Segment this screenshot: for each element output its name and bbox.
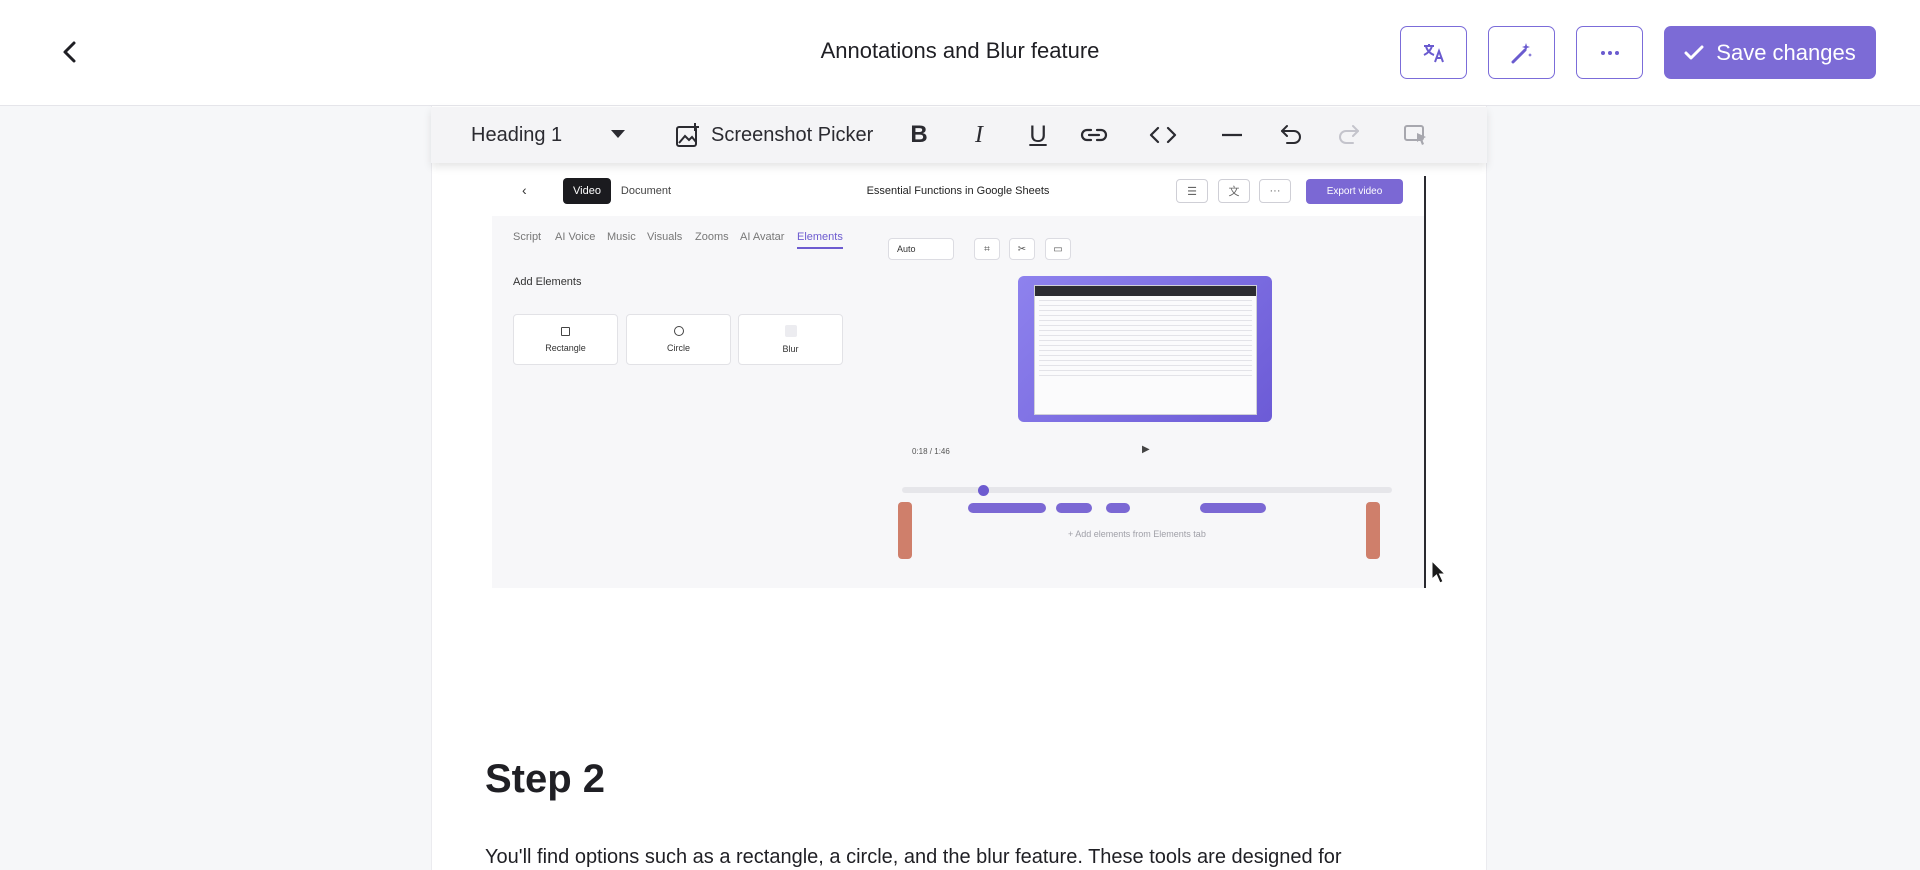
translate-button[interactable] xyxy=(1400,26,1467,79)
formatting-toolbar: Heading 1 Screenshot Picker B I U xyxy=(431,107,1487,163)
italic-icon: I xyxy=(975,121,983,148)
screenshot-nav-visuals: Visuals xyxy=(647,231,683,243)
screenshot-clip xyxy=(1106,503,1130,513)
screenshot-nav-ai-voice: AI Voice xyxy=(555,231,596,243)
rectangle-label: Rectangle xyxy=(545,342,586,353)
screenshot-timeline-track xyxy=(902,487,1392,493)
underline-button[interactable]: U xyxy=(1020,117,1056,153)
save-changes-label: Save changes xyxy=(1716,39,1856,65)
rectangle-icon xyxy=(561,326,570,336)
magic-wand-icon xyxy=(1511,42,1532,63)
screenshot-auto-select-value: Auto xyxy=(897,244,916,254)
select-element-button[interactable] xyxy=(1398,117,1434,153)
screenshot-section-label: Add Elements xyxy=(513,276,582,288)
embedded-screenshot[interactable]: ‹ Video Document Essential Functions in … xyxy=(492,176,1426,588)
screenshot-export-label: Export video xyxy=(1326,186,1383,197)
link-icon xyxy=(1080,128,1108,142)
screenshot-settings-icon: ☰ xyxy=(1176,179,1208,203)
horizontal-rule-button[interactable] xyxy=(1214,117,1250,153)
bold-button[interactable]: B xyxy=(901,117,937,153)
circle-label: Circle xyxy=(666,343,690,353)
italic-button[interactable]: I xyxy=(961,117,997,153)
screenshot-clip xyxy=(968,503,1046,513)
check-icon xyxy=(1684,45,1704,59)
more-icon xyxy=(1600,50,1619,55)
caret-down-icon xyxy=(611,130,625,138)
undo-icon xyxy=(1281,125,1301,144)
horizontal-rule-icon xyxy=(1222,133,1242,137)
save-changes-button[interactable]: Save changes xyxy=(1664,26,1876,79)
circle-icon xyxy=(673,326,684,336)
redo-icon xyxy=(1339,125,1359,144)
screenshot-nav-script: Script xyxy=(513,231,542,243)
screenshot-auto-select: Auto xyxy=(888,238,954,260)
screenshot-trim-start xyxy=(898,502,912,559)
image-add-icon xyxy=(676,123,699,147)
back-button[interactable] xyxy=(50,32,90,72)
screenshot-nav-ai-avatar: AI Avatar xyxy=(740,231,785,243)
select-pointer-icon xyxy=(1404,125,1426,145)
screenshot-clip xyxy=(1200,503,1266,513)
top-bar: Annotations and Blur feature Save change… xyxy=(0,0,1920,106)
screenshot-playhead xyxy=(978,485,989,496)
heading-select-value: Heading 1 xyxy=(471,123,563,146)
blur-label: Blur xyxy=(782,344,799,354)
step-heading: Step 2 xyxy=(485,757,606,801)
screenshot-export-button: Export video xyxy=(1306,179,1403,204)
screenshot-nav-zooms: Zooms xyxy=(695,231,729,243)
step-paragraph: You'll find options such as a rectangle,… xyxy=(485,846,1342,868)
screenshot-circle-card: Circle xyxy=(626,314,731,365)
link-button[interactable] xyxy=(1076,117,1112,153)
screenshot-content: ‹ Video Document Essential Functions in … xyxy=(492,176,1426,588)
redo-button[interactable] xyxy=(1331,117,1367,153)
screenshot-more-icon: ··· xyxy=(1259,179,1291,203)
screenshot-sheet-thumbnail xyxy=(1034,285,1257,415)
screenshot-cut-icon: ✂ xyxy=(1009,238,1035,260)
ai-magic-button[interactable] xyxy=(1488,26,1555,79)
screenshot-play-icon: ▶ xyxy=(1142,444,1150,455)
more-options-button[interactable] xyxy=(1576,26,1643,79)
screenshot-edge-divider xyxy=(1424,176,1426,588)
chevron-left-icon xyxy=(63,41,76,63)
undo-button[interactable] xyxy=(1273,117,1309,153)
screenshot-translate-icon: 文 xyxy=(1218,179,1250,203)
screenshot-trim-end xyxy=(1366,502,1380,559)
screenshot-picker-button[interactable]: Screenshot Picker xyxy=(675,107,873,163)
bold-icon: B xyxy=(910,121,928,148)
screenshot-left-panel xyxy=(492,216,866,588)
screenshot-clip xyxy=(1056,503,1092,513)
code-button[interactable] xyxy=(1145,117,1181,153)
screenshot-rectangle-card: Rectangle xyxy=(513,314,618,365)
screenshot-picker-label: Screenshot Picker xyxy=(711,123,874,146)
screenshot-add-hint: + Add elements from Elements tab xyxy=(1068,529,1206,539)
mouse-cursor-icon xyxy=(1431,560,1447,584)
screenshot-crop-icon: ⌗ xyxy=(974,238,1000,260)
screenshot-caption-icon: ▭ xyxy=(1045,238,1071,260)
translate-icon xyxy=(1423,43,1444,62)
blur-icon xyxy=(784,325,797,337)
screenshot-nav-music: Music xyxy=(607,231,636,243)
screenshot-nav-elements: Elements xyxy=(797,231,843,249)
underline-icon: U xyxy=(1029,121,1047,148)
code-icon xyxy=(1149,126,1177,144)
screenshot-time-readout: 0:18 / 1:46 xyxy=(912,447,950,456)
screenshot-blur-card: Blur xyxy=(738,314,843,365)
heading-select[interactable]: Heading 1 xyxy=(471,107,625,163)
